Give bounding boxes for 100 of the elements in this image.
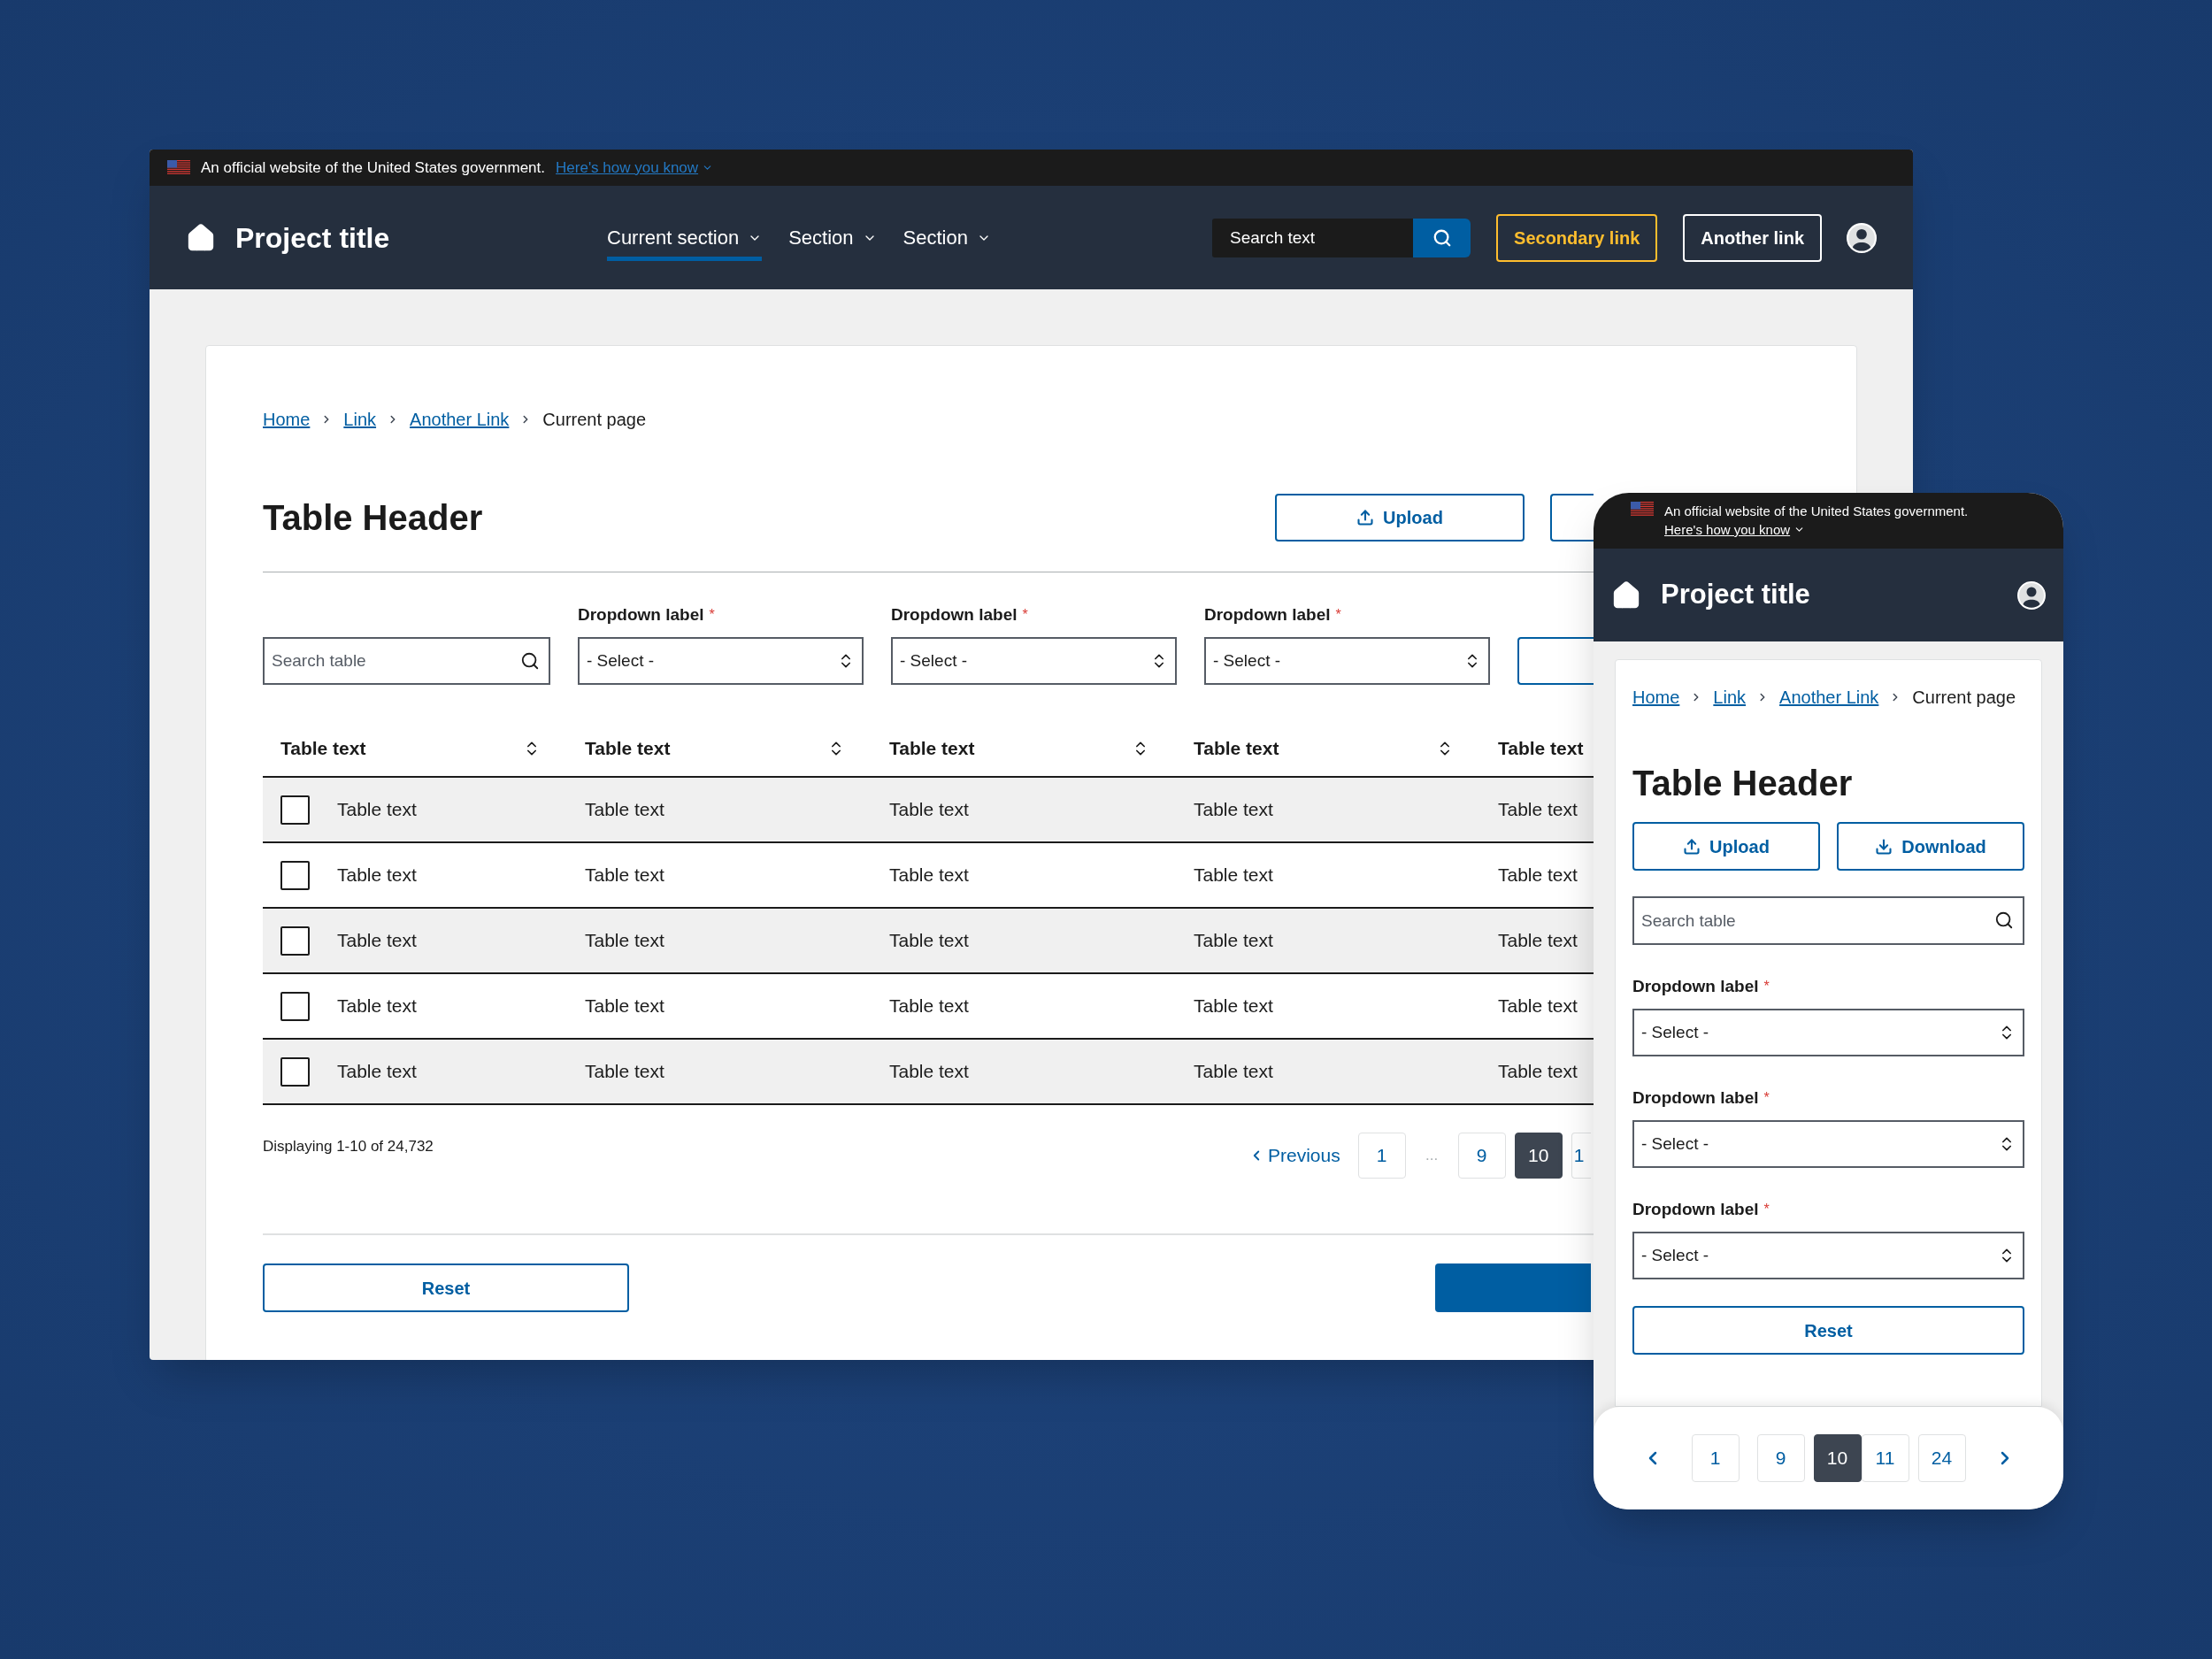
page-button[interactable]: 1	[1691, 1434, 1740, 1482]
nav-item[interactable]: Section	[902, 214, 991, 261]
required-mark: *	[1763, 979, 1770, 994]
select-field[interactable]: - Select -	[1632, 1009, 2024, 1056]
header-link-button[interactable]: Secondary link	[1496, 213, 1658, 262]
table-cell-text: Table text	[1498, 929, 1578, 953]
page-button[interactable]: 10	[1813, 1434, 1862, 1482]
dropdown-label: Dropdown label	[1632, 1087, 1759, 1109]
select-field[interactable]: - Select -	[1632, 1120, 2024, 1168]
dropdown-label: Dropdown label	[1632, 1198, 1759, 1220]
nav-item[interactable]: Section	[788, 214, 877, 261]
upload-icon	[1356, 509, 1375, 526]
breadcrumb-link[interactable]: Home	[263, 406, 311, 433]
pagination-ellipsis: ...	[1425, 1146, 1440, 1166]
breadcrumb-link[interactable]: Link	[343, 406, 377, 433]
page-button[interactable]: 9	[1457, 1133, 1506, 1179]
page-button[interactable]: 11	[1861, 1434, 1909, 1482]
banner-text: An official website of the United States government.	[1664, 503, 1969, 520]
search-icon	[1432, 227, 1452, 248]
column-header[interactable]: Table text	[872, 733, 1176, 763]
us-flag-icon	[1631, 502, 1654, 517]
table-cell-text: Table text	[889, 1060, 969, 1084]
table-cell-text: Table text	[337, 929, 417, 953]
select-field[interactable]: - Select -	[1632, 1232, 2024, 1279]
project-title: Project title	[1661, 578, 1810, 612]
banner-text: An official website of the United States government.	[201, 157, 546, 178]
row-checkbox[interactable]	[280, 860, 310, 890]
upload-button[interactable]: Upload	[1275, 494, 1525, 541]
upload-icon	[1683, 837, 1701, 856]
table-cell-text: Table text	[337, 995, 417, 1018]
table-cell-text: Table text	[1194, 864, 1273, 887]
banner-link[interactable]: Here's how you know	[1664, 520, 1969, 539]
table-cell-text: Table text	[1194, 798, 1273, 822]
table-search-field[interactable]: Search table	[1632, 896, 2024, 945]
table-cell-text: Table text	[337, 1060, 417, 1084]
row-checkbox[interactable]	[280, 1056, 310, 1087]
table-search-field[interactable]: Search table	[263, 637, 550, 685]
column-header[interactable]: Table text	[1176, 733, 1480, 763]
breadcrumb-link[interactable]: Another Link	[1779, 684, 1879, 710]
row-checkbox[interactable]	[280, 991, 310, 1021]
page-title: Table Header	[263, 497, 483, 539]
dropdown-label: Dropdown label	[1204, 603, 1331, 626]
table-cell-text: Table text	[1498, 995, 1578, 1018]
page-button[interactable]: 1	[1571, 1133, 1591, 1179]
select-field[interactable]: - Select -	[578, 637, 864, 685]
search-icon[interactable]	[1994, 910, 2014, 930]
table-cell-text: Table text	[889, 798, 969, 822]
home-icon[interactable]	[1611, 580, 1641, 611]
nav-item[interactable]: Current section	[607, 214, 763, 261]
upload-button[interactable]: Upload	[1632, 822, 1820, 871]
page-title: Table Header	[1632, 763, 1854, 804]
column-header[interactable]: Table text	[1480, 733, 1583, 763]
required-mark: *	[709, 608, 715, 622]
results-summary: Displaying 1-10 of 24,732	[263, 1137, 434, 1156]
dropdown-label: Dropdown label	[891, 603, 1018, 626]
banner-link[interactable]: Here's how you know	[556, 156, 714, 180]
row-checkbox[interactable]	[280, 926, 310, 956]
breadcrumb-link[interactable]: Home	[1632, 684, 1680, 710]
table-cell-text: Table text	[1194, 995, 1273, 1018]
column-header[interactable]: Table text	[263, 733, 567, 763]
user-avatar-icon[interactable]	[2017, 580, 2046, 610]
required-mark: *	[1335, 608, 1341, 622]
reset-button[interactable]: Reset	[1632, 1306, 2024, 1355]
page-button[interactable]: 1	[1357, 1133, 1406, 1179]
select-field[interactable]: - Select -	[891, 637, 1177, 685]
required-mark: *	[1763, 1091, 1770, 1105]
page-button[interactable]: 24	[1917, 1434, 1966, 1482]
previous-link[interactable]: Previous	[1248, 1133, 1340, 1179]
table-cell-text: Table text	[1194, 1060, 1273, 1084]
dropdown-label: Dropdown label	[578, 603, 704, 626]
table-cell-text: Table text	[1498, 864, 1578, 887]
dropdown-label: Dropdown label	[1632, 975, 1759, 997]
column-header[interactable]: Table text	[567, 733, 872, 763]
current-page-crumb: Current page	[542, 409, 647, 431]
page-button[interactable]: 10	[1514, 1133, 1563, 1179]
table-cell-text: Table text	[585, 798, 664, 822]
download-button[interactable]: Download	[1837, 822, 2024, 871]
header-search-field[interactable]: Search text	[1212, 218, 1414, 257]
breadcrumb-link[interactable]: Link	[1713, 684, 1747, 710]
required-mark: *	[1022, 608, 1028, 622]
home-icon[interactable]	[186, 222, 216, 253]
page-button[interactable]: 9	[1756, 1434, 1805, 1482]
current-page-crumb: Current page	[1912, 687, 2016, 709]
table-cell-text: Table text	[585, 995, 664, 1018]
search-button[interactable]	[1413, 218, 1471, 257]
user-avatar-icon[interactable]	[1847, 222, 1877, 253]
header-link-button[interactable]: Another link	[1683, 213, 1822, 262]
select-field[interactable]: - Select -	[1204, 637, 1490, 685]
us-flag-icon	[167, 160, 190, 175]
reset-button[interactable]: Reset	[263, 1263, 629, 1312]
breadcrumb-link[interactable]: Another Link	[410, 406, 510, 433]
table-cell-text: Table text	[889, 995, 969, 1018]
table-cell-text: Table text	[1194, 929, 1273, 953]
project-title: Project title	[235, 220, 391, 256]
row-checkbox[interactable]	[280, 795, 310, 825]
search-icon[interactable]	[520, 651, 540, 671]
download-icon	[1875, 837, 1893, 856]
table-cell-text: Table text	[889, 929, 969, 953]
table-cell-text: Table text	[585, 929, 664, 953]
table-cell-text: Table text	[337, 864, 417, 887]
